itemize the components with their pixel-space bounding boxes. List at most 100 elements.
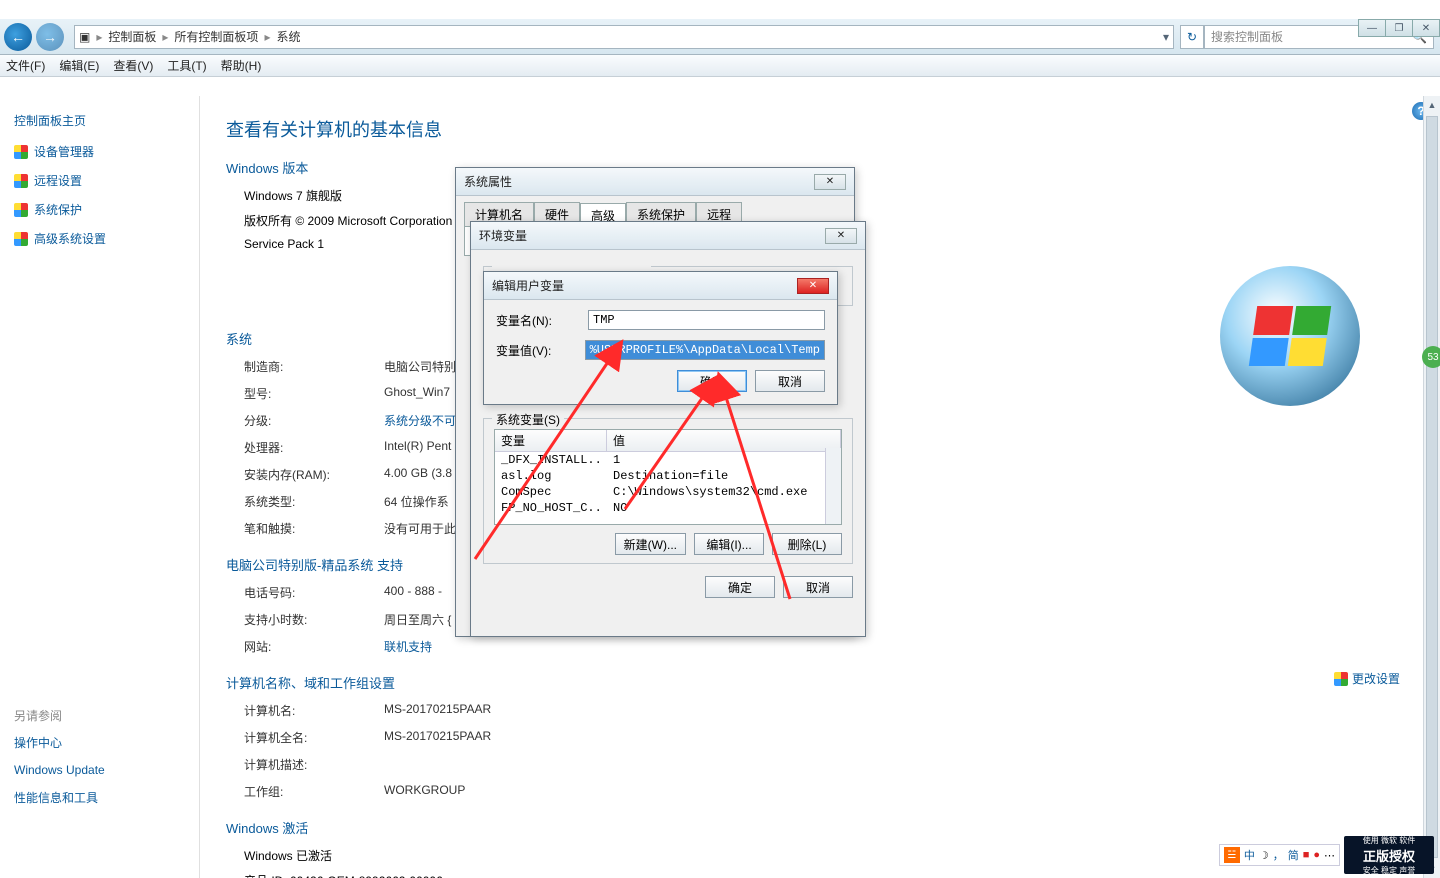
shield-icon — [14, 232, 28, 246]
system-vars-group-title: 系统变量(S) — [492, 411, 564, 428]
sidebar-item-label: 高级系统设置 — [34, 230, 106, 247]
window-minimize-button[interactable]: — — [1358, 19, 1386, 37]
var-value-label: 变量值(V): — [496, 342, 573, 359]
chevron-down-icon[interactable]: ▾ — [1163, 30, 1169, 44]
cell: 1 — [607, 452, 841, 468]
value-full-name: MS-20170215PAAR — [384, 729, 1414, 746]
label-phone: 电话号码: — [244, 584, 384, 601]
env-cancel-button[interactable]: 取消 — [783, 576, 853, 598]
label-pen: 笔和触摸: — [244, 520, 384, 537]
section-activation: Windows 激活 — [226, 818, 1414, 837]
scroll-up-icon[interactable]: ▲ — [1424, 96, 1440, 114]
value-description — [384, 756, 1414, 773]
menu-file[interactable]: 文件(F) — [6, 57, 45, 74]
cell[interactable]: ComSpec — [495, 484, 607, 500]
sidebar-item-protection[interactable]: 系统保护 — [14, 201, 185, 218]
breadcrumb-item[interactable]: 所有控制面板项 — [174, 28, 258, 45]
window-close-button[interactable]: ✕ — [1412, 19, 1440, 37]
dialog-title: 环境变量 — [479, 227, 527, 244]
menu-edit[interactable]: 编辑(E) — [59, 57, 99, 74]
var-value-input[interactable]: %USERPROFILE%\AppData\Local\Temp — [585, 340, 825, 360]
selected-text: %USERPROFILE%\AppData\Local\Temp — [590, 343, 820, 357]
var-name-label: 变量名(N): — [496, 312, 576, 329]
see-also-action-center[interactable]: 操作中心 — [14, 734, 185, 751]
ime-bar[interactable]: ☱ 中 ☽ ， 简 ■ ● ⋯ — [1219, 844, 1340, 866]
change-settings-link[interactable]: 更改设置 — [1334, 670, 1400, 687]
forward-button[interactable]: → — [36, 23, 64, 51]
label-manufacturer: 制造商: — [244, 358, 384, 375]
edit-user-variable-dialog: 编辑用户变量 ✕ 变量名(N): TMP 变量值(V): %USERPROFIL… — [483, 271, 838, 405]
list-scrollbar[interactable] — [825, 448, 841, 524]
breadcrumb-item[interactable]: 系统 — [276, 28, 300, 45]
see-also-windows-update[interactable]: Windows Update — [14, 763, 185, 777]
menu-tools[interactable]: 工具(T) — [167, 57, 206, 74]
ime-icon[interactable]: ☱ — [1224, 847, 1240, 863]
label-model: 型号: — [244, 385, 384, 402]
sidebar-item-advanced[interactable]: 高级系统设置 — [14, 230, 185, 247]
cell: Destination=file — [607, 468, 841, 484]
more-icon[interactable]: ⋯ — [1324, 849, 1335, 862]
search-placeholder: 搜索控制面板 — [1211, 28, 1283, 45]
value-website-link[interactable]: 联机支持 — [384, 638, 1414, 655]
label-workgroup: 工作组: — [244, 783, 384, 800]
shield-icon — [1334, 672, 1348, 686]
dialog-close-button[interactable]: ✕ — [825, 228, 857, 244]
dialog-close-button[interactable]: ✕ — [797, 278, 829, 294]
sidebar-home[interactable]: 控制面板主页 — [14, 112, 185, 129]
dialog-titlebar[interactable]: 编辑用户变量 ✕ — [484, 272, 837, 300]
side-badge[interactable]: 53 — [1422, 346, 1440, 368]
menu-view[interactable]: 查看(V) — [113, 57, 153, 74]
badge-line: 安全 稳定 声誉 — [1363, 865, 1415, 876]
delete-sys-var-button[interactable]: 删除(L) — [772, 533, 842, 555]
link-label: 更改设置 — [1352, 670, 1400, 687]
ime-jian[interactable]: 简 — [1288, 847, 1299, 863]
var-name-input[interactable]: TMP — [588, 310, 825, 330]
menu-help[interactable]: 帮助(H) — [221, 57, 262, 74]
label-rating: 分级: — [244, 412, 384, 429]
back-button[interactable]: ← — [4, 23, 32, 51]
sidebar-item-device-manager[interactable]: 设备管理器 — [14, 143, 185, 160]
edit-cancel-button[interactable]: 取消 — [755, 370, 825, 392]
cell[interactable]: FP_NO_HOST_C.. — [495, 500, 607, 516]
dialog-title: 系统属性 — [464, 173, 512, 190]
breadcrumb-item[interactable]: 控制面板 — [108, 28, 156, 45]
dialog-titlebar[interactable]: 系统属性 ✕ — [456, 168, 854, 196]
breadcrumb[interactable]: ▣ ▸ 控制面板 ▸ 所有控制面板项 ▸ 系统 ▾ — [74, 25, 1174, 49]
link-label: 性能信息和工具 — [14, 789, 98, 806]
page-title: 查看有关计算机的基本信息 — [226, 116, 1414, 142]
label-ram: 安装内存(RAM): — [244, 466, 384, 483]
camera-icon[interactable]: ■ — [1303, 849, 1310, 861]
ime-zhong[interactable]: 中 — [1244, 847, 1255, 863]
ime-punct[interactable]: ， — [1273, 847, 1284, 863]
address-bar: ← → ▣ ▸ 控制面板 ▸ 所有控制面板项 ▸ 系统 ▾ ↻ 搜索控制面板 🔍 — [0, 19, 1440, 55]
refresh-button[interactable]: ↻ — [1180, 25, 1204, 49]
see-also-performance[interactable]: 性能信息和工具 — [14, 789, 185, 806]
sidebar-item-label: 设备管理器 — [34, 143, 94, 160]
cell[interactable]: asl.log — [495, 468, 607, 484]
dialog-titlebar[interactable]: 环境变量 ✕ — [471, 222, 865, 250]
edit-ok-button[interactable]: 确定 — [677, 370, 747, 392]
window-maximize-button[interactable]: ❐ — [1385, 19, 1413, 37]
genuine-badge[interactable]: 使用 微软 软件 正版授权 安全 稳定 声誉 — [1344, 836, 1434, 874]
label-processor: 处理器: — [244, 439, 384, 456]
badge-line: 正版授权 — [1363, 846, 1415, 865]
sidebar-item-remote[interactable]: 远程设置 — [14, 172, 185, 189]
new-sys-var-button[interactable]: 新建(W)... — [615, 533, 686, 555]
vertical-scrollbar[interactable]: ▲ ▼ — [1423, 96, 1440, 878]
sidebar-item-label: 远程设置 — [34, 172, 82, 189]
sidebar: 控制面板主页 设备管理器 远程设置 系统保护 高级系统设置 另请参阅 操作中心 … — [0, 96, 200, 878]
scrollbar-thumb[interactable] — [1426, 116, 1438, 858]
label-systype: 系统类型: — [244, 493, 384, 510]
link-label: Windows Update — [14, 763, 105, 777]
value-workgroup: WORKGROUP — [384, 783, 1414, 800]
env-ok-button[interactable]: 确定 — [705, 576, 775, 598]
system-vars-list[interactable]: 变量 值 _DFX_INSTALL..1 asl.logDestination=… — [494, 429, 842, 525]
ime-moon-icon[interactable]: ☽ — [1259, 849, 1269, 862]
col-variable[interactable]: 变量 — [495, 430, 607, 451]
record-icon[interactable]: ● — [1313, 849, 1320, 861]
dialog-close-button[interactable]: ✕ — [814, 174, 846, 190]
col-value[interactable]: 值 — [607, 430, 841, 451]
cell[interactable]: _DFX_INSTALL.. — [495, 452, 607, 468]
dialog-title: 编辑用户变量 — [492, 277, 564, 294]
edit-sys-var-button[interactable]: 编辑(I)... — [694, 533, 764, 555]
